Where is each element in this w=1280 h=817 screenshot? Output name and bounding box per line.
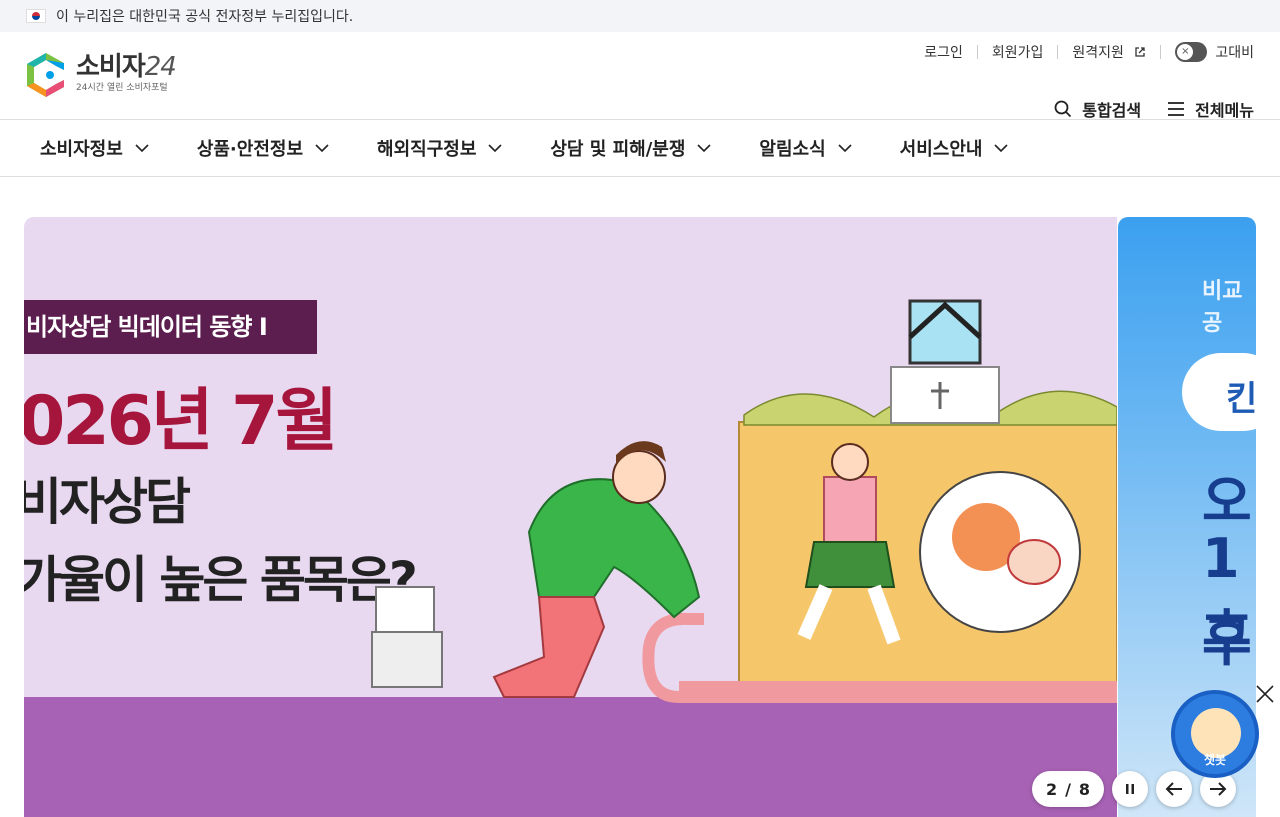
hero-floor [24,697,1117,817]
nav-item-consumer-info[interactable]: 소비자정보 [40,135,149,161]
slide-total: 8 [1078,779,1091,799]
slide-separator: / [1065,779,1071,799]
all-menu-label: 전체메뉴 [1195,101,1254,120]
nav-item-label: 상담 및 피해/분쟁 [550,139,686,160]
next-slide-text: 구 [1202,610,1252,673]
hero-slide[interactable]: 비자상담 빅데이터 동향 I 026년 7월 비자상담 가율이 높은 품목은? [24,217,1117,817]
nav-item-news[interactable]: 알림소식 [759,135,852,161]
next-slide-text: 오 [1202,470,1252,533]
chatbot-close-icon[interactable] [1255,684,1275,704]
nav-item-counseling[interactable]: 상담 및 피해/분쟁 [550,135,711,161]
pause-icon [1126,784,1134,794]
chevron-down-icon [994,144,1009,153]
logo-subtitle: 24시간 열린 소비자포털 [76,83,168,93]
nav-item-label: 서비스안내 [899,139,983,160]
login-link[interactable]: 로그인 [924,42,963,62]
nav-item-overseas[interactable]: 해외직구정보 [377,135,502,161]
gov-banner: 이 누리집은 대한민국 공식 전자정부 누리집입니다. [0,0,1280,32]
korea-flag-icon [26,9,46,23]
next-slide-pill: 킨 [1182,353,1256,431]
search-label: 통합검색 [1082,101,1142,120]
header-actions: 통합검색 전체메뉴 [1054,97,1254,121]
hero-heading: 026년 7월 [24,382,338,461]
main-nav: 소비자정보 상품·안전정보 해외직구정보 상담 및 피해/분쟁 알림소식 서비스… [0,120,1280,177]
arrow-right-icon [1210,782,1227,796]
next-slide-pill-text: 킨 [1226,379,1256,419]
nav-item-service[interactable]: 서비스안내 [900,135,1009,161]
external-link-icon [1135,47,1146,57]
chevron-down-icon [135,144,149,153]
pause-button[interactable] [1112,771,1148,807]
search-button[interactable]: 통합검색 [1054,97,1141,121]
hero-subheading-1: 비자상담 [24,473,191,531]
chatbot-label: 챗봇 [1203,753,1227,767]
utility-links: 로그인 회원가입 원격지원 × 고대비 [924,42,1254,62]
chevron-down-icon [838,144,852,153]
high-contrast-label: 고대비 [1215,45,1254,61]
nav-item-label: 소비자정보 [40,139,123,160]
chatbot-button[interactable]: 챗봇 [1171,690,1259,778]
close-icon: × [1177,44,1194,60]
divider [976,45,978,59]
all-menu-button[interactable]: 전체메뉴 [1167,97,1254,121]
header: 소비자24 24시간 열린 소비자포털 로그인 회원가입 원격지원 × 고대비 … [0,32,1280,120]
logo[interactable]: 소비자24 24시간 열린 소비자포털 [24,50,177,100]
nav-item-product-safety[interactable]: 상품·안전정보 [197,135,329,161]
logo-number: 24 [144,52,177,82]
slide-counter: 2 / 8 [1032,771,1104,807]
signup-link[interactable]: 회원가입 [992,42,1044,62]
next-slide-title: 비교공 [1202,279,1243,336]
logo-title: 소비자 [76,52,146,82]
remote-support-link[interactable]: 원격지원 [1072,42,1146,62]
hero-tag: 비자상담 빅데이터 동향 I [24,300,317,354]
nav-item-label: 알림소식 [759,139,826,160]
arrow-left-icon [1165,782,1182,796]
high-contrast-toggle[interactable]: × [1175,42,1208,62]
nav-item-label: 해외직구정보 [377,139,477,160]
logo-mark-icon [27,53,64,97]
hamburger-menu-icon [1168,102,1185,116]
divider [1057,45,1059,59]
divider [1160,45,1162,59]
previous-slide-button[interactable] [1156,771,1192,807]
hero-illustration [371,299,1117,703]
chevron-down-icon [488,144,502,153]
nav-item-label: 상품·안전정보 [196,139,304,160]
remote-support-label: 원격지원 [1072,45,1124,61]
search-icon [1054,100,1072,118]
slide-current: 2 [1045,779,1058,799]
chevron-down-icon [697,144,711,153]
gov-banner-text: 이 누리집은 대한민국 공식 전자정부 누리집입니다. [56,9,354,25]
chevron-down-icon [315,144,329,153]
